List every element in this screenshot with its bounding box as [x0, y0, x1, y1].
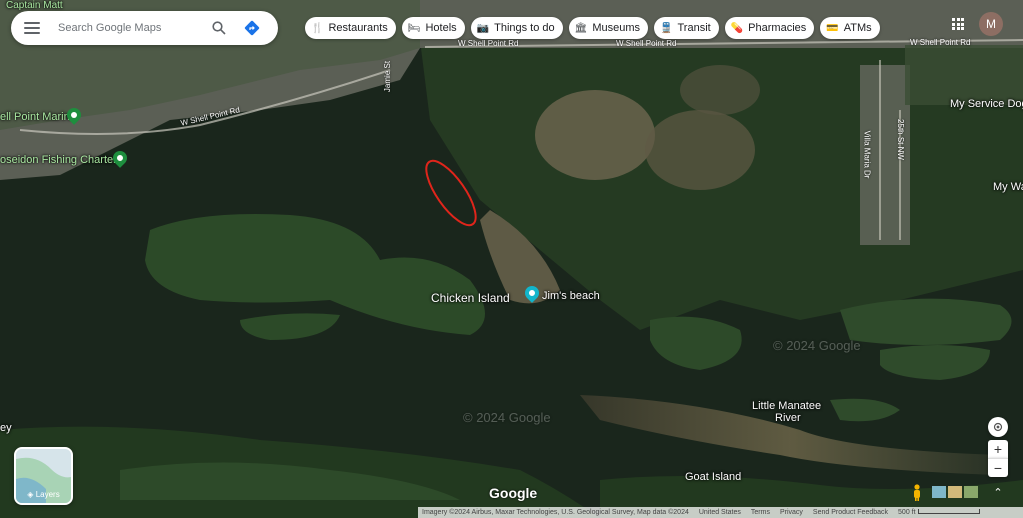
chip-label: Hotels: [425, 22, 457, 34]
road-label-25th-st: 25th St NW: [895, 119, 905, 160]
layers-icon: ◈: [27, 490, 34, 499]
hotel-icon: 🛏: [407, 22, 421, 34]
place-label-left-edge: ey: [0, 422, 12, 434]
chip-atms[interactable]: 💳 ATMs: [820, 17, 880, 39]
chip-hotels[interactable]: 🛏 Hotels: [401, 17, 465, 39]
scale-bar: [917, 509, 980, 514]
camera-icon: 📷: [476, 22, 490, 34]
pharmacy-icon: 💊: [730, 22, 744, 34]
place-label-captain-matt[interactable]: Captain Matt: [6, 0, 63, 11]
transit-icon: 🚆: [660, 22, 673, 34]
place-label-my-wa[interactable]: My Wa: [993, 181, 1023, 193]
search-input[interactable]: [56, 21, 200, 35]
chip-things-to-do[interactable]: 📷 Things to do: [470, 17, 563, 39]
map-type-thumb[interactable]: [932, 486, 946, 498]
zoom-in-button[interactable]: +: [988, 440, 1008, 458]
road-label-shell-point: W Shell Point Rd: [458, 39, 519, 48]
place-label-jims-beach[interactable]: Jim's beach: [542, 290, 600, 302]
place-label-river[interactable]: River: [775, 412, 801, 424]
watermark: © 2024 Google: [773, 338, 861, 353]
directions-icon[interactable]: [244, 20, 260, 36]
road-label-jamie-st: Jamie St: [383, 60, 393, 93]
layers-label: ◈ Layers: [27, 490, 60, 499]
place-label-service-dog[interactable]: My Service Dog's: [950, 98, 1023, 110]
expand-chevron-icon[interactable]: ⌃: [990, 484, 1006, 500]
account-avatar[interactable]: M: [979, 12, 1003, 36]
terms-link[interactable]: Terms: [751, 509, 770, 516]
place-label-poseidon[interactable]: oseidon Fishing Charters: [0, 154, 122, 166]
privacy-link[interactable]: Privacy: [780, 509, 803, 516]
feedback-link[interactable]: Send Product Feedback: [813, 509, 888, 516]
road-label-shell-point: W Shell Point Rd: [616, 39, 677, 48]
my-location-button[interactable]: [988, 417, 1008, 437]
chip-museums[interactable]: 🏛 Museums: [568, 17, 649, 39]
chip-label: ATMs: [843, 22, 872, 34]
chip-label: Transit: [677, 22, 711, 34]
menu-icon[interactable]: [24, 22, 40, 34]
zoom-out-button[interactable]: −: [988, 458, 1008, 477]
map-type-thumb[interactable]: [964, 486, 978, 498]
chip-label: Things to do: [494, 22, 555, 34]
atm-icon: 💳: [826, 22, 839, 34]
chip-label: Restaurants: [328, 22, 388, 34]
search-icon[interactable]: [212, 21, 226, 35]
chip-restaurants[interactable]: 🍴 Restaurants: [305, 17, 396, 39]
place-label-goat-island[interactable]: Goat Island: [685, 471, 741, 483]
map-type-thumb[interactable]: [948, 486, 962, 498]
watermark: © 2024 Google: [463, 410, 551, 425]
chip-pharmacies[interactable]: 💊 Pharmacies: [724, 17, 815, 39]
road-label-shell-point: W Shell Point Rd: [910, 38, 971, 47]
place-label-little-manatee[interactable]: Little Manatee: [752, 400, 821, 412]
satellite-map[interactable]: © 2024 Google © 2024 Google Captain Matt…: [0, 0, 1023, 518]
attribution-bar: Imagery ©2024 Airbus, Maxar Technologies…: [418, 507, 1023, 518]
museum-icon: 🏛: [574, 22, 588, 34]
region-link[interactable]: United States: [699, 509, 741, 516]
search-box: [11, 11, 278, 45]
imagery-attribution: Imagery ©2024 Airbus, Maxar Technologies…: [422, 509, 689, 516]
layers-button[interactable]: ◈ Layers: [14, 447, 73, 505]
road-label-villa-maria: Villa Maria Dr: [862, 130, 872, 179]
chip-label: Museums: [592, 22, 641, 34]
chip-label: Pharmacies: [748, 22, 807, 34]
my-location-icon: [993, 422, 1003, 432]
place-label-shell-point-marina[interactable]: ell Point Marina: [0, 111, 76, 123]
place-label-chicken-island[interactable]: Chicken Island: [431, 291, 510, 305]
imagery-thumbnails[interactable]: [932, 486, 978, 498]
restaurant-icon: 🍴: [311, 22, 324, 34]
pegman-icon[interactable]: [909, 483, 925, 503]
satellite-imagery: [0, 0, 1023, 518]
chip-transit[interactable]: 🚆 Transit: [654, 17, 719, 39]
scale-indicator[interactable]: 500 ft: [898, 509, 980, 516]
google-logo: Google: [489, 485, 538, 501]
category-chips: 🍴 Restaurants 🛏 Hotels 📷 Things to do 🏛 Muse…: [305, 17, 880, 39]
apps-grid-icon[interactable]: [952, 18, 964, 30]
